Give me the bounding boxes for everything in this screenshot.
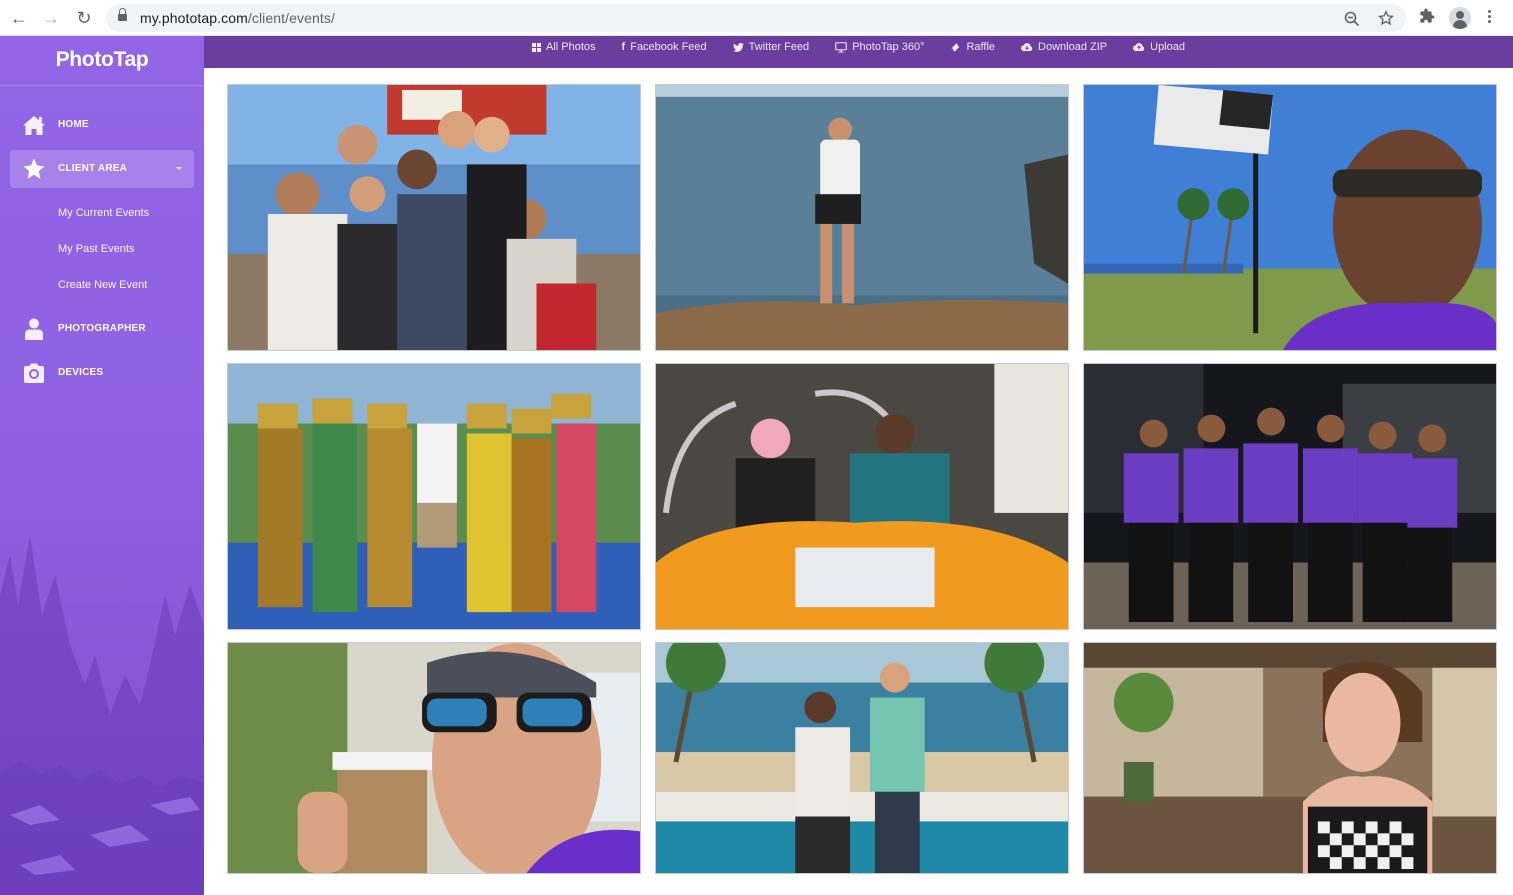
nav-label: Download ZIP bbox=[1038, 41, 1108, 53]
phototap-logo[interactable]: PhotoTap bbox=[0, 48, 204, 72]
photo-thumbnail[interactable] bbox=[655, 363, 1069, 630]
sidebar-item-home[interactable]: HOME bbox=[10, 106, 194, 144]
browser-toolbar: ← → ↻ my.phototap.com/client/events/ bbox=[0, 0, 1513, 36]
reload-icon[interactable]: ↻ bbox=[74, 8, 94, 28]
nav-facebook-feed[interactable]: f Facebook Feed bbox=[609, 36, 720, 58]
photo-balinese-dancers bbox=[228, 364, 640, 629]
bookmark-star-icon[interactable] bbox=[1378, 10, 1394, 26]
twitter-icon bbox=[732, 42, 744, 52]
nav-upload[interactable]: Upload bbox=[1120, 36, 1198, 58]
photo-thumbnail[interactable] bbox=[1083, 642, 1497, 874]
home-icon bbox=[23, 116, 45, 135]
nav-raffle[interactable]: Raffle bbox=[937, 36, 1008, 58]
nav-label: Raffle bbox=[966, 41, 996, 53]
nav-all-photos[interactable]: All Photos bbox=[519, 36, 609, 58]
cloud-download-icon bbox=[1021, 43, 1033, 52]
url-host: my.phototap.com bbox=[140, 10, 248, 26]
sidebar-item-label: DEVICES bbox=[58, 367, 104, 378]
forest-background-image bbox=[0, 535, 204, 895]
nav-label: All Photos bbox=[546, 41, 596, 53]
url-text[interactable]: my.phototap.com/client/events/ bbox=[140, 10, 335, 26]
url-path: /client/events/ bbox=[247, 10, 335, 26]
cloud-upload-icon bbox=[1133, 43, 1145, 52]
photo-golf-selfie bbox=[1084, 85, 1496, 350]
photo-thumbnail[interactable] bbox=[1083, 84, 1497, 351]
back-icon[interactable]: ← bbox=[9, 8, 29, 28]
sidebar-item-label: HOME bbox=[58, 119, 89, 130]
sidebar-item-label: PHOTOGRAPHER bbox=[58, 323, 146, 334]
photo-thumbnail[interactable] bbox=[1083, 363, 1497, 630]
photo-thumbnail[interactable] bbox=[227, 84, 641, 351]
ticket-icon bbox=[951, 42, 961, 52]
photo-restaurant-woman bbox=[1084, 643, 1496, 873]
nav-label: Facebook Feed bbox=[630, 41, 707, 53]
photo-thumbnail[interactable] bbox=[227, 363, 641, 630]
menu-icon[interactable] bbox=[1488, 10, 1492, 25]
photo-thumbnail[interactable] bbox=[655, 84, 1069, 351]
extensions-icon[interactable] bbox=[1419, 8, 1435, 24]
monitor-icon bbox=[835, 41, 847, 52]
address-bar[interactable]: my.phototap.com/client/events/ bbox=[106, 4, 1406, 32]
photo-thumbnail[interactable] bbox=[655, 642, 1069, 874]
forward-icon[interactable]: → bbox=[41, 8, 61, 28]
sidebar-item-client-area[interactable]: CLIENT AREA bbox=[10, 150, 194, 188]
sidebar-item-photographer[interactable]: PHOTOGRAPHER bbox=[10, 310, 194, 348]
photo-thumbnail[interactable] bbox=[227, 642, 641, 874]
lock-icon[interactable] bbox=[118, 8, 127, 23]
zoom-out-icon[interactable] bbox=[1344, 11, 1360, 27]
nav-phototap-360[interactable]: PhotoTap 360° bbox=[822, 36, 937, 58]
sidebar-item-devices[interactable]: DEVICES bbox=[10, 354, 194, 392]
nav-label: PhotoTap 360° bbox=[852, 41, 925, 53]
user-icon bbox=[25, 318, 43, 340]
nav-label: Twitter Feed bbox=[748, 41, 810, 53]
sidebar-subitem-create-event[interactable]: Create New Event bbox=[58, 279, 147, 291]
nav-twitter-feed[interactable]: Twitter Feed bbox=[720, 36, 823, 58]
photo-orange-vehicle bbox=[656, 364, 1068, 629]
photo-resort-pool bbox=[656, 643, 1068, 873]
photo-coffee-selfie bbox=[228, 643, 640, 873]
sidebar-item-label: CLIENT AREA bbox=[58, 163, 128, 174]
chevron-down-icon[interactable] bbox=[176, 167, 182, 170]
event-toolbar: All Photos f Facebook Feed Twitter Feed … bbox=[204, 36, 1513, 68]
profile-icon[interactable] bbox=[1449, 7, 1471, 29]
logo-divider bbox=[0, 85, 204, 86]
star-icon bbox=[23, 158, 45, 179]
grid-icon bbox=[532, 42, 542, 52]
photo-group-selfie bbox=[228, 85, 640, 350]
facebook-icon: f bbox=[621, 41, 626, 53]
photo-team-purple-shirts bbox=[1084, 364, 1496, 629]
nav-label: Upload bbox=[1150, 41, 1185, 53]
camera-icon bbox=[24, 363, 44, 383]
sidebar: PhotoTap HOME CLIENT AREA My Current Eve… bbox=[0, 36, 204, 895]
photo-ocean-rocks bbox=[656, 85, 1068, 350]
nav-download-zip[interactable]: Download ZIP bbox=[1008, 36, 1120, 58]
sidebar-subitem-past-events[interactable]: My Past Events bbox=[58, 243, 134, 255]
sidebar-subitem-current-events[interactable]: My Current Events bbox=[58, 207, 149, 219]
